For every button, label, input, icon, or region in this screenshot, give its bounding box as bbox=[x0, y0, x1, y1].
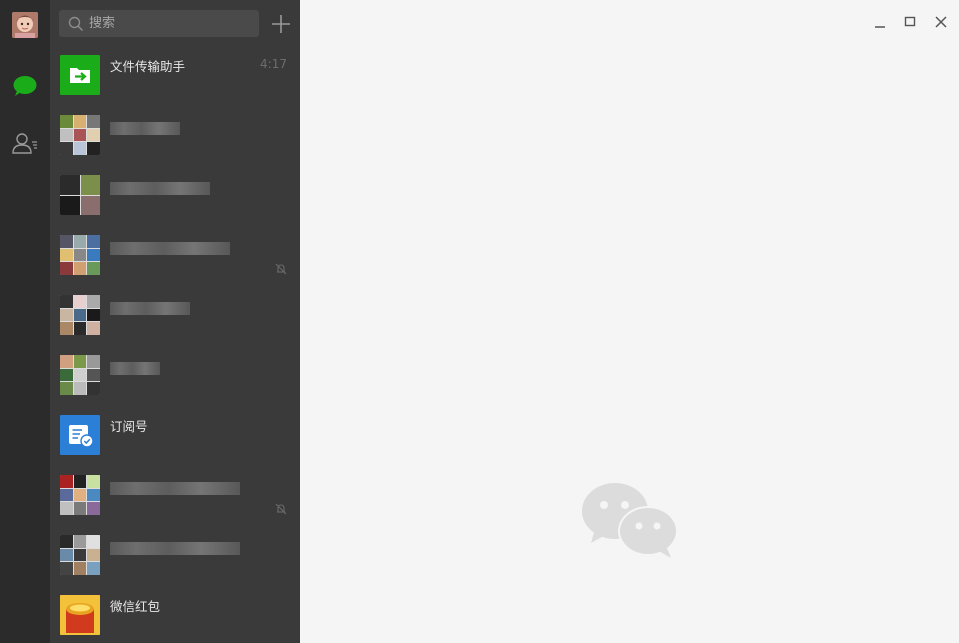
nav-rail bbox=[0, 0, 50, 643]
wechat-logo-icon bbox=[582, 483, 678, 558]
chat-item-group[interactable] bbox=[50, 465, 300, 525]
chat-item-group[interactable] bbox=[50, 525, 300, 585]
group-avatar-icon bbox=[60, 295, 100, 335]
avatar-image bbox=[12, 12, 38, 38]
blurred-chat-name bbox=[110, 302, 190, 315]
search-icon bbox=[68, 16, 84, 32]
chat-item-group[interactable] bbox=[50, 345, 300, 405]
group-avatar-icon bbox=[60, 115, 100, 155]
maximize-button[interactable] bbox=[900, 12, 920, 32]
conversation-area bbox=[300, 0, 959, 643]
chats-tab[interactable] bbox=[10, 71, 40, 101]
minimize-icon bbox=[875, 26, 885, 28]
contacts-icon bbox=[12, 133, 37, 154]
chat-bubble-icon bbox=[13, 76, 37, 96]
red-packet-icon bbox=[60, 595, 100, 635]
search-box[interactable] bbox=[59, 10, 259, 37]
blurred-chat-name bbox=[110, 122, 180, 135]
add-button[interactable] bbox=[270, 13, 292, 35]
maximize-icon bbox=[904, 16, 916, 27]
chat-item-subscriptions[interactable]: 订阅号 bbox=[50, 405, 300, 465]
blurred-chat-name bbox=[110, 242, 230, 255]
close-icon bbox=[935, 16, 947, 28]
chat-list: 文件传输助手 4:17 订阅号 微信红包 bbox=[50, 45, 300, 643]
plus-icon bbox=[272, 15, 290, 33]
close-button[interactable] bbox=[931, 12, 951, 32]
user-avatar[interactable] bbox=[12, 12, 38, 38]
chat-item-file-transfer[interactable]: 文件传输助手 4:17 bbox=[50, 45, 300, 105]
group-avatar-icon bbox=[60, 475, 100, 515]
blurred-chat-name bbox=[110, 182, 210, 195]
chat-item-red-packet[interactable]: 微信红包 bbox=[50, 585, 300, 643]
blurred-chat-name bbox=[110, 542, 240, 555]
mute-icon bbox=[274, 261, 288, 280]
file-transfer-icon bbox=[60, 55, 100, 95]
chat-item-group[interactable] bbox=[50, 225, 300, 285]
chat-name: 订阅号 bbox=[110, 419, 148, 434]
chat-name: 文件传输助手 bbox=[110, 59, 186, 74]
mute-icon bbox=[274, 501, 288, 520]
chat-item-group[interactable] bbox=[50, 165, 300, 225]
blurred-chat-name bbox=[110, 482, 240, 495]
chat-list-panel: 文件传输助手 4:17 bbox=[50, 0, 300, 643]
group-avatar-icon bbox=[60, 175, 100, 215]
chat-name: 微信红包 bbox=[110, 599, 161, 614]
minimize-button[interactable] bbox=[870, 12, 890, 32]
chat-time: 4:17 bbox=[260, 57, 287, 71]
group-avatar-icon bbox=[60, 355, 100, 395]
chat-item-group[interactable] bbox=[50, 105, 300, 165]
chat-item-group[interactable] bbox=[50, 285, 300, 345]
group-avatar-icon bbox=[60, 535, 100, 575]
group-avatar-icon bbox=[60, 235, 100, 275]
blurred-chat-name bbox=[110, 362, 160, 375]
contacts-tab[interactable] bbox=[10, 129, 40, 159]
search-input[interactable] bbox=[89, 14, 249, 33]
subscription-icon bbox=[60, 415, 100, 455]
